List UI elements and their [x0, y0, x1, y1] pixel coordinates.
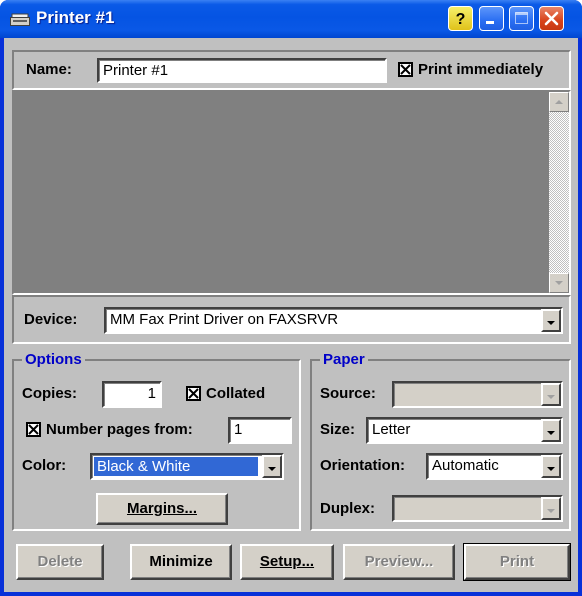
number-pages-label: Number pages from:	[46, 421, 193, 438]
checkmark-x-icon	[400, 64, 411, 75]
dialog-client-area: Name: Printer #1 Print immediately Devic…	[4, 38, 578, 592]
printer-icon	[10, 13, 30, 26]
collated-label: Collated	[206, 385, 266, 402]
svg-text:?: ?	[456, 11, 466, 28]
size-select-value: Letter	[372, 421, 411, 438]
color-label: Color:	[22, 457, 67, 474]
orientation-select[interactable]: Automatic	[426, 453, 563, 480]
minimize-button-label: Minimize	[149, 553, 213, 570]
close-icon	[544, 11, 559, 26]
arrow-down-icon	[555, 281, 563, 285]
preview-button[interactable]: Preview...	[343, 544, 455, 580]
device-select[interactable]: MM Fax Print Driver on FAXSRVR	[104, 307, 563, 334]
minimize-button[interactable]: Minimize	[130, 544, 232, 580]
options-group: Options Copies: 1 Collated Number pages …	[12, 351, 301, 531]
source-dropdown-button	[541, 383, 561, 406]
orientation-dropdown-button[interactable]	[541, 455, 561, 478]
printer-window: Printer #1 ? Name: Printer #1 Print imme…	[0, 0, 582, 596]
window-title: Printer #1	[36, 8, 115, 27]
scroll-down-button[interactable]	[549, 273, 569, 293]
delete-button[interactable]: Delete	[16, 544, 104, 580]
help-button[interactable]: ?	[448, 6, 473, 31]
chevron-down-icon	[547, 467, 555, 471]
maximize-window-button[interactable]	[509, 6, 534, 31]
device-row: Device: MM Fax Print Driver on FAXSRVR	[12, 295, 571, 344]
orientation-label: Orientation:	[320, 457, 405, 474]
delete-button-label: Delete	[37, 553, 83, 570]
setup-button[interactable]: Setup...	[240, 544, 334, 580]
name-label: Name:	[26, 61, 72, 78]
device-dropdown-button[interactable]	[541, 309, 561, 332]
margins-button[interactable]: Margins...	[96, 493, 228, 525]
preview-pane	[12, 90, 571, 295]
print-immediately-checkbox[interactable]	[398, 62, 413, 77]
duplex-dropdown-button	[541, 497, 561, 520]
arrow-up-icon	[555, 100, 563, 104]
preview-scrollbar[interactable]	[549, 92, 569, 293]
size-dropdown-button[interactable]	[541, 419, 561, 442]
scroll-up-button[interactable]	[549, 92, 569, 112]
setup-button-label: Setup...	[259, 553, 315, 570]
number-pages-checkbox[interactable]	[26, 422, 41, 437]
minimize-icon	[486, 21, 494, 24]
print-button-label: Print	[499, 553, 535, 570]
copies-label: Copies:	[22, 385, 78, 402]
name-input[interactable]: Printer #1	[97, 58, 387, 83]
duplex-select	[392, 495, 563, 522]
duplex-label: Duplex:	[320, 500, 376, 517]
collated-checkbox[interactable]	[186, 386, 201, 401]
size-select[interactable]: Letter	[366, 417, 563, 444]
paper-group-title: Paper	[320, 351, 368, 368]
device-select-value: MM Fax Print Driver on FAXSRVR	[110, 311, 339, 328]
checkmark-x-icon	[188, 388, 199, 399]
copies-input[interactable]: 1	[102, 381, 162, 408]
device-label: Device:	[24, 311, 78, 328]
options-group-title: Options	[22, 351, 85, 368]
color-select[interactable]: Black & White	[90, 453, 284, 480]
chevron-down-icon	[547, 395, 555, 399]
chevron-down-icon	[547, 431, 555, 435]
size-label: Size:	[320, 421, 356, 438]
chevron-down-icon	[547, 321, 555, 325]
number-pages-input[interactable]: 1	[228, 417, 292, 444]
title-bar[interactable]: Printer #1 ?	[0, 0, 582, 38]
minimize-window-button[interactable]	[479, 6, 504, 31]
close-window-button[interactable]	[539, 6, 564, 31]
checkmark-x-icon	[28, 424, 39, 435]
paper-group: Paper Source: Size: Letter Orientation: …	[310, 351, 571, 531]
maximize-icon	[515, 12, 528, 24]
color-dropdown-button[interactable]	[262, 455, 282, 478]
print-button[interactable]: Print	[463, 543, 571, 581]
source-select	[392, 381, 563, 408]
question-mark-icon: ?	[456, 11, 466, 28]
preview-button-label: Preview...	[364, 553, 434, 570]
margins-button-label: Margins...	[126, 500, 197, 517]
name-row: Name: Printer #1 Print immediately	[12, 50, 571, 90]
print-immediately-label: Print immediately	[418, 61, 544, 78]
source-label: Source:	[320, 385, 376, 402]
color-select-value: Black & White	[94, 457, 258, 476]
orientation-select-value: Automatic	[432, 457, 499, 474]
chevron-down-icon	[547, 509, 555, 513]
chevron-down-icon	[268, 467, 276, 471]
